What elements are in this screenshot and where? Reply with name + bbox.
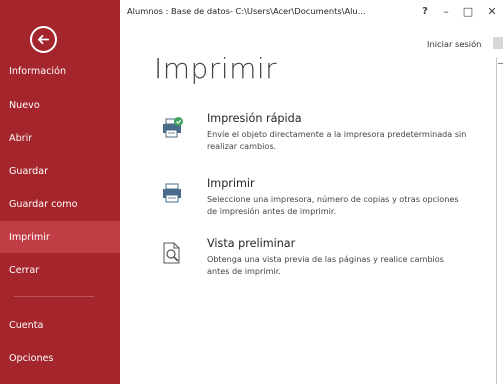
close-button[interactable]: ✕ xyxy=(484,2,500,20)
printer-icon xyxy=(163,183,181,203)
help-button[interactable]: ? xyxy=(418,2,432,20)
nav-item-label: Guardar xyxy=(9,165,49,177)
nav-item-label: Nuevo xyxy=(9,99,40,111)
window-title: Alumnos : Base de datos- C:\Users\Acer\D… xyxy=(127,6,366,16)
back-arrow-icon xyxy=(37,34,50,45)
restore-button[interactable]: □ xyxy=(460,2,476,20)
option-description: Obtenga una vista previa de las páginas … xyxy=(207,254,444,276)
nav-item-label: Cerrar xyxy=(9,264,40,276)
nav-item-label: Guardar como xyxy=(9,198,78,210)
nav-item-informacion[interactable]: Información xyxy=(0,55,120,87)
avatar[interactable] xyxy=(493,37,503,49)
nav-item-abrir[interactable]: Abrir xyxy=(0,122,120,154)
nav-item-nuevo[interactable]: Nuevo xyxy=(0,89,120,121)
nav-item-label: Información xyxy=(9,65,67,77)
quick-print-icon xyxy=(163,117,183,138)
panel-tick xyxy=(498,63,503,64)
option-title: Vista preliminar xyxy=(207,237,296,250)
nav-item-label: Imprimir xyxy=(9,231,50,243)
option-title: Imprimir xyxy=(207,177,255,190)
backstage-sidebar: Información Nuevo Abrir Guardar Guardar … xyxy=(0,0,120,384)
print-preview-icon xyxy=(163,242,180,264)
page-title: Imprimir xyxy=(154,52,278,85)
nav-item-label: Opciones xyxy=(9,352,54,364)
nav-item-cerrar[interactable]: Cerrar xyxy=(0,254,120,286)
nav-item-label: Cuenta xyxy=(9,319,44,331)
option-description: Envíe el objeto directamente a la impres… xyxy=(207,129,467,151)
nav-item-opciones[interactable]: Opciones xyxy=(0,342,120,374)
sidebar-divider xyxy=(14,296,94,297)
nav-item-guardar[interactable]: Guardar xyxy=(0,155,120,187)
option-title: Impresión rápida xyxy=(207,112,302,125)
option-description: Seleccione una impresora, número de copi… xyxy=(207,194,459,216)
back-button[interactable] xyxy=(30,26,57,53)
signin-link[interactable]: Iniciar sesión xyxy=(427,39,481,49)
nav-item-label: Abrir xyxy=(9,132,33,144)
preview-panel-edge xyxy=(496,57,503,384)
nav-item-imprimir[interactable]: Imprimir xyxy=(0,221,120,253)
minimize-button[interactable]: – xyxy=(438,2,454,20)
nav-item-guardar-como[interactable]: Guardar como xyxy=(0,188,120,220)
nav-item-cuenta[interactable]: Cuenta xyxy=(0,309,120,341)
